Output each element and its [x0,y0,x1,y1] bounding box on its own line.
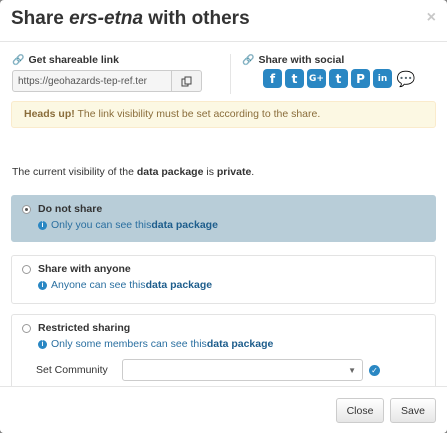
check-icon[interactable]: ✓ [369,364,380,376]
dialog-header: Share ers-etna with others × [0,0,447,42]
shareable-link-box [12,70,202,92]
social-share-label: 🔗 Share with social [242,54,430,66]
twitter-icon[interactable]: t [285,69,304,88]
option-desc-text: Anyone can see this [51,279,146,291]
shareable-link-text: Get shareable link [28,54,119,66]
copy-link-button[interactable] [172,70,202,92]
shareable-link-section: 🔗 Get shareable link [12,54,212,92]
visibility-mid: is [203,166,217,178]
visibility-alert: Heads up! The link visibility must be se… [11,101,436,128]
copy-icon [181,76,192,86]
radio-restricted-sharing[interactable] [22,323,31,333]
option-label: Do not share [38,203,103,215]
visibility-prefix: The current visibility of the [12,166,137,178]
dialog-title: Share ers-etna with others [11,8,433,30]
save-button[interactable]: Save [390,398,436,423]
dialog-body: 🔗 Get shareable link 🔗 Share [0,43,447,386]
option-title: Share with anyone [22,263,425,275]
radio-share-with-anyone[interactable] [22,264,31,274]
tumblr-icon[interactable]: t [329,69,348,88]
link-icon: 🔗 [12,54,25,66]
title-prefix: Share [11,8,70,29]
option-label: Share with anyone [38,263,131,275]
visibility-suffix: . [251,166,255,178]
option-description: i Anyone can see this data package [38,279,425,291]
visibility-package: data package [136,166,204,178]
share-row: 🔗 Get shareable link 🔗 Share [12,54,432,96]
link-icon: 🔗 [242,54,255,66]
close-icon[interactable]: × [427,9,436,27]
social-share-section: 🔗 Share with social f t G+ t P in 💬 [230,54,430,94]
share-dialog: Share ers-etna with others × 🔗 Get share… [0,0,447,433]
option-desc-text: Only you can see this [51,219,152,231]
option-title: Restricted sharing [22,322,425,334]
social-share-text: Share with social [258,54,345,66]
shareable-link-label: 🔗 Get shareable link [12,54,212,66]
option-description: i Only you can see this data package [38,219,425,231]
option-desc-package: data package [151,219,218,231]
info-icon: i [38,220,47,230]
option-label: Restricted sharing [38,322,131,334]
option-share-with-anyone[interactable]: Share with anyone i Anyone can see this … [11,255,436,304]
option-desc-text: Only some members can see this [51,338,207,350]
linkedin-icon[interactable]: in [373,69,392,88]
community-row: Set Community ▼ ✓ [36,359,380,381]
google-plus-icon[interactable]: G+ [307,69,326,88]
option-desc-package: data package [206,338,274,350]
option-title: Do not share [22,203,425,215]
chat-icon[interactable]: 💬 [395,69,417,88]
package-name: ers-etna [69,8,144,29]
title-suffix: with others [143,8,250,29]
shareable-link-input[interactable] [12,70,172,92]
visibility-status: The current visibility of the data packa… [12,166,254,178]
alert-heading: Heads up! [24,108,75,120]
pinterest-icon[interactable]: P [351,69,370,88]
community-label: Set Community [36,364,108,376]
facebook-icon[interactable]: f [263,69,282,88]
info-icon: i [38,339,47,349]
option-description: i Only some members can see this data pa… [38,338,425,350]
alert-text: The link visibility must be set accordin… [74,108,321,120]
close-button[interactable]: Close [336,398,384,423]
visibility-state: private [216,166,252,178]
info-icon: i [38,280,47,290]
community-select[interactable]: ▼ [122,359,363,381]
chevron-down-icon: ▼ [348,366,356,375]
radio-do-not-share[interactable] [22,204,31,214]
social-icons: f t G+ t P in 💬 [263,69,417,88]
option-do-not-share[interactable]: Do not share i Only you can see this dat… [11,195,436,242]
option-desc-package: data package [145,279,213,291]
dialog-footer: Close Save [0,386,447,433]
